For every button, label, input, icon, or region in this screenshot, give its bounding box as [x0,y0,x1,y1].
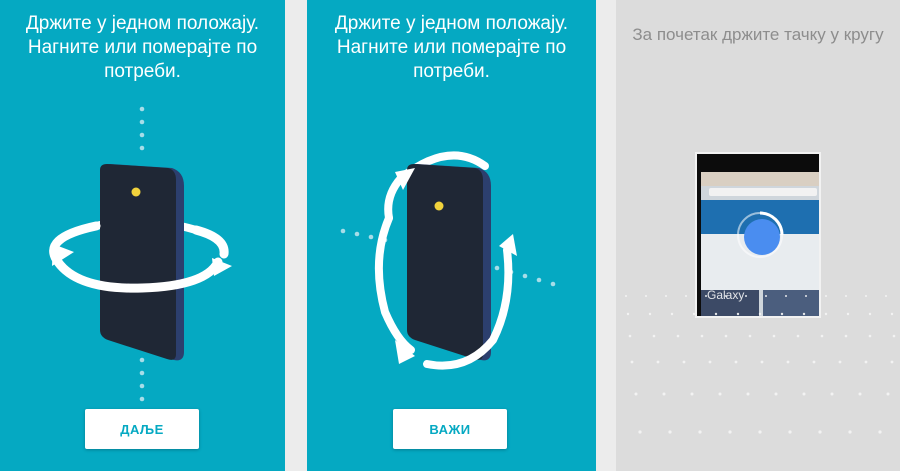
target-dot-icon[interactable] [744,219,780,255]
capture-panel: За почетак држите тачку у кругу Galaxy [616,0,900,471]
horizontal-rotation-illustration [49,106,232,402]
rotate-vertical-arrows-icon [374,214,415,354]
ok-button[interactable]: ВАЖИ [393,409,507,449]
panel-divider [596,0,616,471]
panel-divider [285,0,307,471]
tutorial-panel-horizontal: Држите у једном положају. Нагните или по… [0,0,285,471]
floor-dot-grid [625,295,896,434]
vertical-rotation-illustration [340,151,556,370]
camera-flash-icon [434,201,444,211]
hold-dot-hint: За почетак држите тачку у кругу [632,25,884,44]
camera-flash-icon [131,187,141,197]
next-button[interactable]: ДАЉЕ [85,409,199,449]
phone-illustration [407,164,491,361]
phone-illustration [100,164,184,361]
tutorial-panel-vertical: Држите у једном положају. Нагните или по… [307,0,596,471]
